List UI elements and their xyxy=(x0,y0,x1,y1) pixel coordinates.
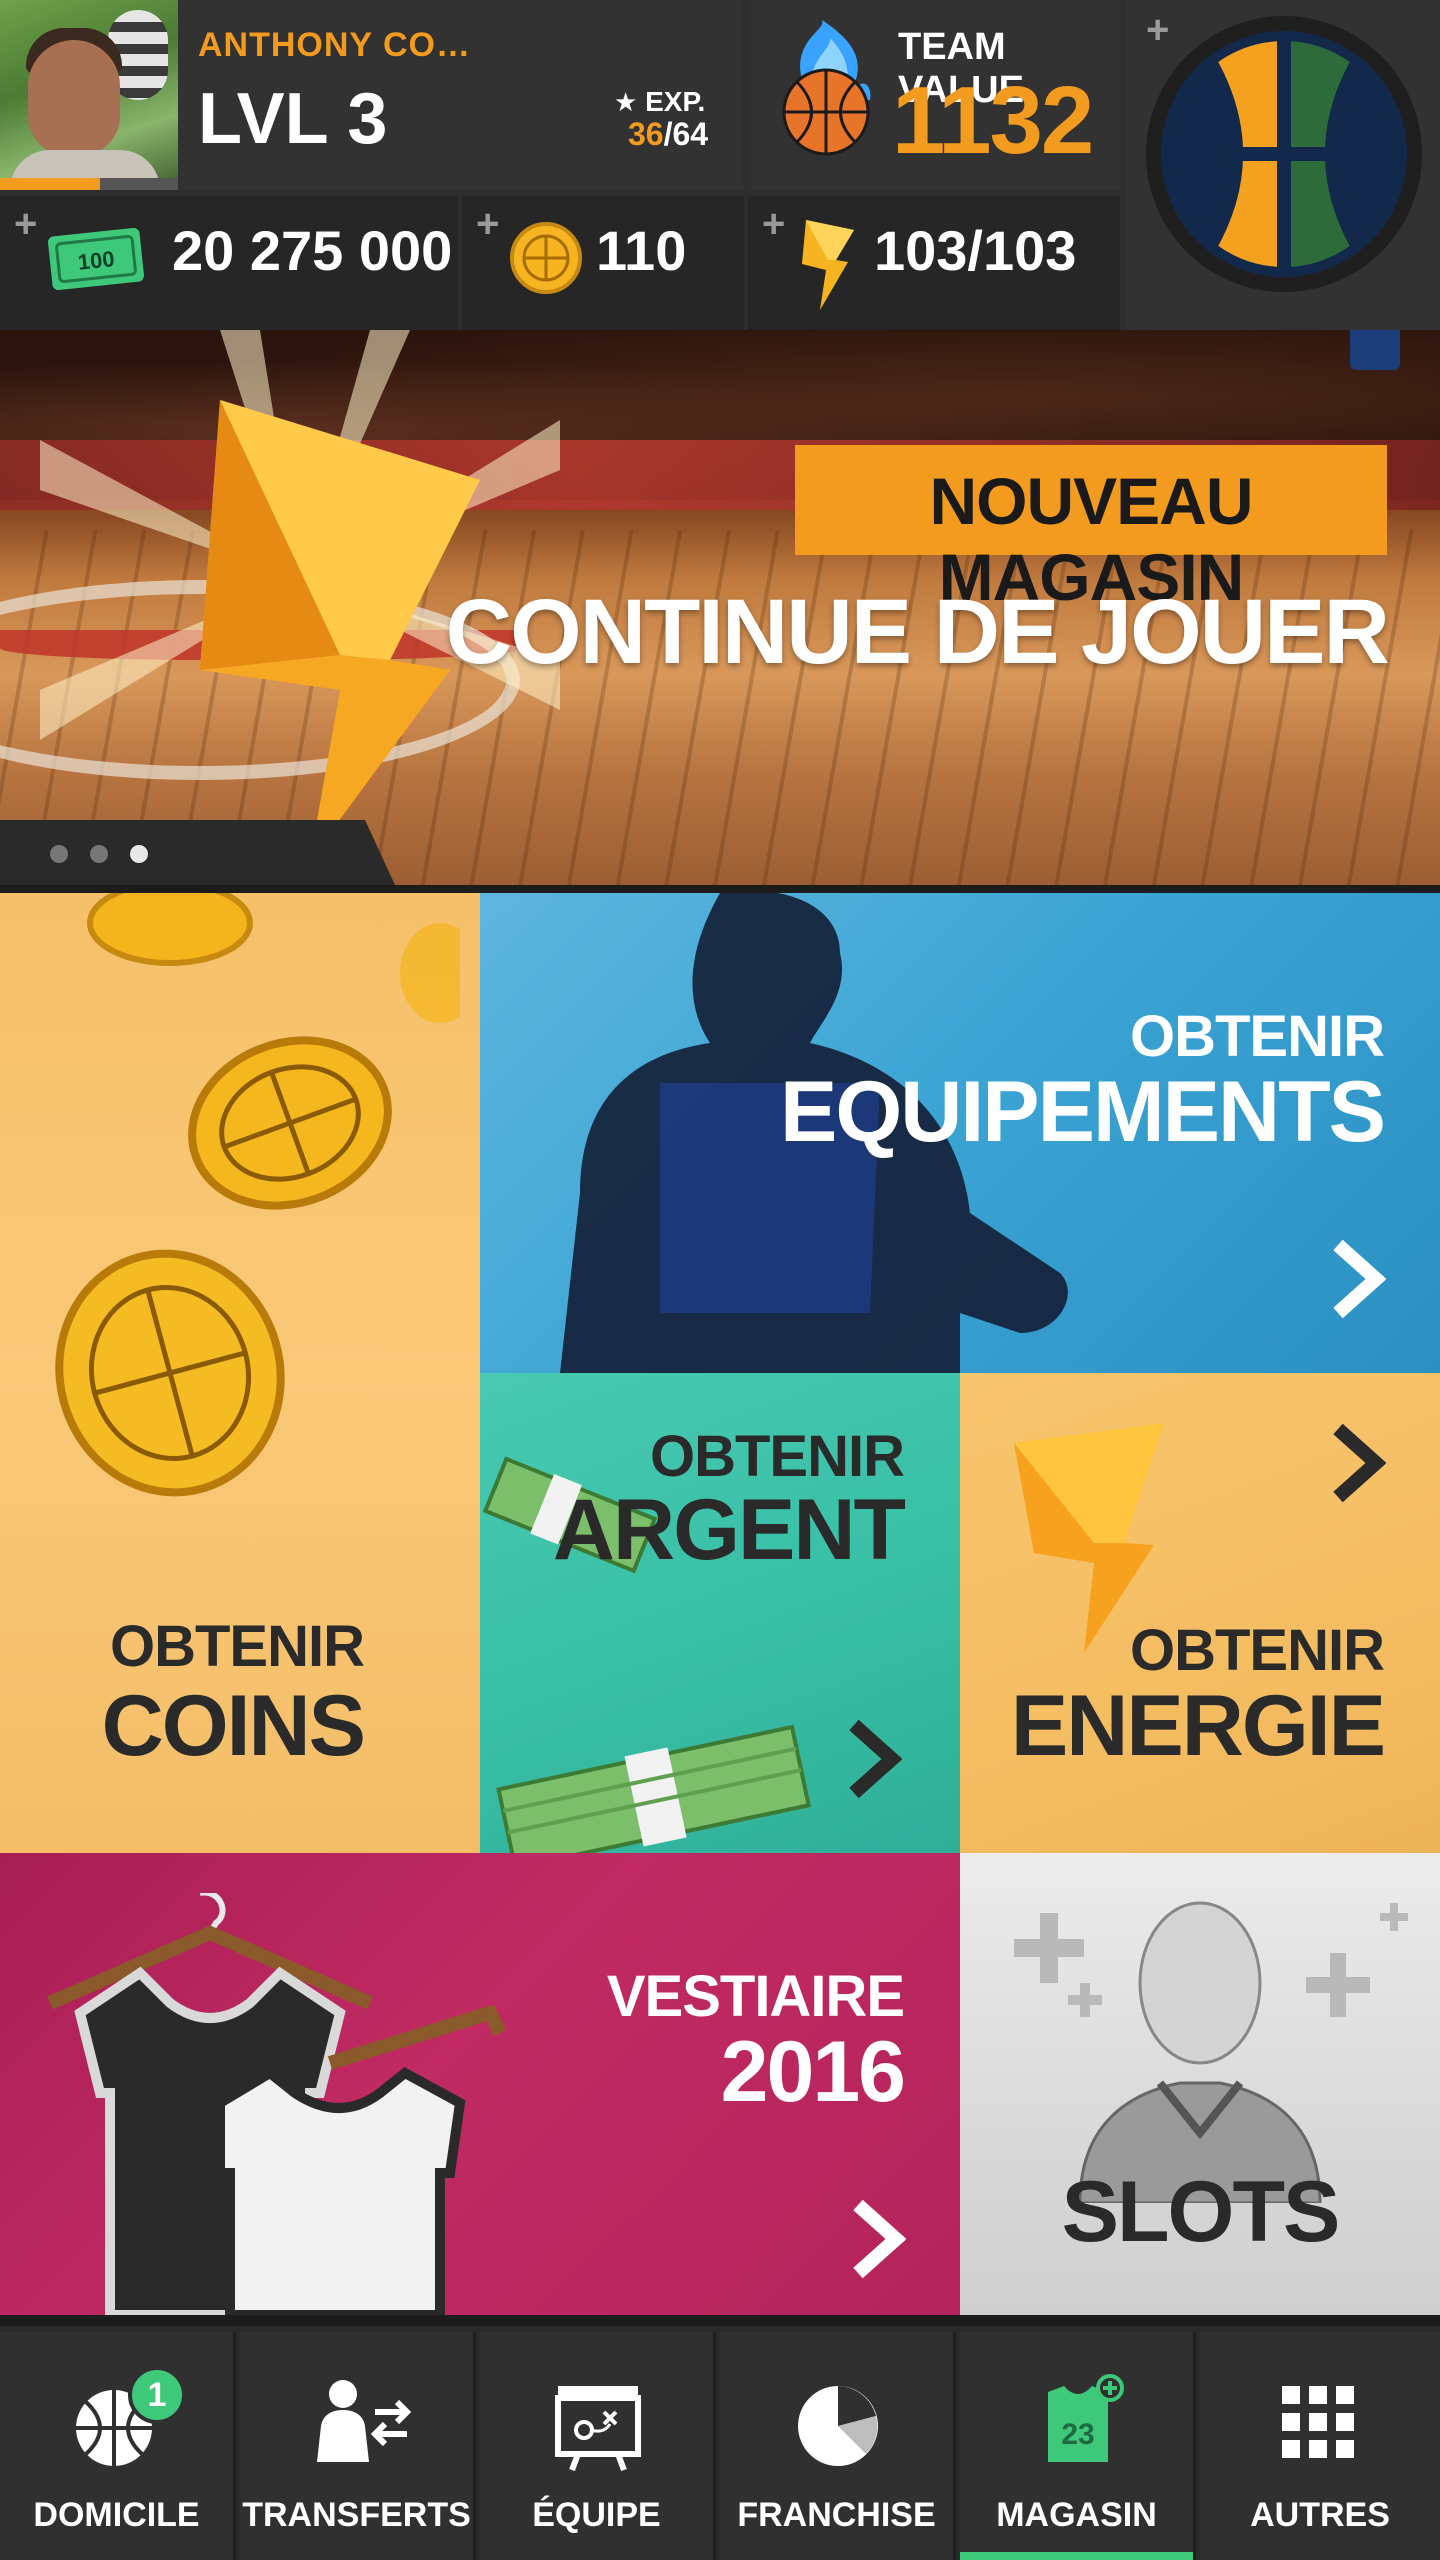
banknote-icon: 100 xyxy=(48,227,144,291)
money-value: 20 275 000 xyxy=(172,219,453,282)
team-logo-basketball-icon xyxy=(1146,16,1422,292)
svg-text:100: 100 xyxy=(77,246,116,275)
tile-coins[interactable]: OBTENIR COINS xyxy=(0,893,480,1853)
tile-vestiaire[interactable]: VESTIAIRE 2016 xyxy=(0,1853,960,2315)
tile-energie-line1: OBTENIR xyxy=(1130,1618,1385,1683)
xp-progress-fill xyxy=(0,178,100,190)
tile-energie[interactable]: OBTENIR ENERGIE xyxy=(960,1373,1440,1853)
team-value-panel[interactable]: TEAM VALUE 1132 xyxy=(748,0,1120,190)
nav-domicile[interactable]: 1 DOMICILE xyxy=(0,2332,236,2560)
nav-autres[interactable]: AUTRES xyxy=(1200,2332,1440,2560)
star-icon: ★ xyxy=(614,87,638,117)
carousel-dot-active[interactable] xyxy=(130,845,148,863)
coins-value: 110 xyxy=(596,219,687,282)
tile-argent-line2: ARGENT xyxy=(552,1482,906,1578)
team-value: 1132 xyxy=(892,67,1094,174)
tile-coins-line1: OBTENIR xyxy=(110,1614,365,1679)
tile-vestiaire-line2: 2016 xyxy=(720,2024,906,2120)
active-tab-indicator xyxy=(960,2552,1193,2560)
nav-transferts[interactable]: TRANSFERTS xyxy=(240,2332,476,2560)
nav-label: MAGASIN xyxy=(996,2496,1157,2534)
exp-value: 36/64 xyxy=(628,116,709,152)
coin-icon xyxy=(510,222,582,294)
svg-text:23: 23 xyxy=(1061,2418,1094,2451)
tile-energie-line2: ENERGIE xyxy=(1010,1678,1386,1774)
tile-equipements-line2: EQUIPEMENTS xyxy=(780,1064,1386,1160)
plus-icon: + xyxy=(476,202,500,246)
app-root: ANTHONY CO… LVL 3 ★ EXP. 36/64 TEAM VALU… xyxy=(0,0,1440,2560)
banner-subtitle: CONTINUE DE JOUER xyxy=(445,581,1390,683)
nav-label: FRANCHISE xyxy=(737,2496,936,2534)
jersey-shop-icon: 23 xyxy=(1048,2374,1124,2462)
avatar[interactable] xyxy=(0,0,178,190)
tile-argent[interactable]: OBTENIR ARGENT xyxy=(480,1373,960,1853)
energy-panel[interactable]: + 103/103 xyxy=(748,196,1120,330)
nba-logo xyxy=(1350,330,1400,370)
tile-equipements-line1: OBTENIR xyxy=(1130,1004,1385,1069)
tile-argent-line1: OBTENIR xyxy=(650,1424,905,1489)
nav-label: TRANSFERTS xyxy=(242,2496,471,2534)
money-panel[interactable]: + 100 20 275 000 xyxy=(0,196,458,330)
plus-icon: + xyxy=(762,202,786,246)
nav-label: AUTRES xyxy=(1250,2496,1390,2534)
tile-coins-line2: COINS xyxy=(101,1678,366,1774)
nav-label: ÉQUIPE xyxy=(532,2496,661,2534)
tile-slots-label: SLOTS xyxy=(1061,2164,1341,2260)
transfer-icon xyxy=(317,2380,412,2462)
carousel-dot[interactable] xyxy=(90,845,108,863)
flaming-basketball-icon xyxy=(782,20,871,156)
player-level: LVL 3 xyxy=(198,79,388,159)
energy-value: 103/103 xyxy=(874,219,1077,282)
nav-label: DOMICILE xyxy=(33,2496,200,2534)
chevron-right-icon[interactable] xyxy=(846,2199,906,2279)
chevron-right-icon[interactable] xyxy=(1326,1423,1386,1503)
nav-equipe[interactable]: ÉQUIPE xyxy=(480,2332,716,2560)
banner-tag: NOUVEAU MAGASIN xyxy=(795,445,1387,614)
player-bust-icon xyxy=(1014,1901,1408,2203)
exp-label: ★ EXP. xyxy=(614,86,706,117)
coins-panel[interactable]: + 110 xyxy=(462,196,744,330)
pie-chart-icon xyxy=(798,2386,878,2466)
tile-slots[interactable]: SLOTS xyxy=(960,1853,1440,2315)
nav-franchise[interactable]: FRANCHISE xyxy=(720,2332,956,2560)
bottom-navigation: 1 DOMICILE TRANSFERTS ÉQUIPE FRANCHISE 2… xyxy=(0,2320,1440,2560)
nav-magasin[interactable]: 23 MAGASIN xyxy=(960,2332,1196,2560)
tile-equipements[interactable]: OBTENIR EQUIPEMENTS xyxy=(480,893,1440,1373)
team-board-icon xyxy=(555,2386,641,2472)
notification-badge: 1 xyxy=(128,2366,186,2424)
player-name: ANTHONY CO… xyxy=(198,26,471,64)
lightning-bolt-icon xyxy=(802,220,854,310)
chevron-right-icon[interactable] xyxy=(842,1719,902,1799)
profile-panel[interactable]: ANTHONY CO… LVL 3 ★ EXP. 36/64 xyxy=(0,0,743,190)
tile-vestiaire-line1: VESTIAIRE xyxy=(606,1964,905,2029)
grid-icon xyxy=(1282,2386,1354,2458)
xp-progress-bar xyxy=(0,178,178,190)
top-header: ANTHONY CO… LVL 3 ★ EXP. 36/64 TEAM VALU… xyxy=(0,0,1440,330)
team-logo-panel[interactable]: + xyxy=(1126,0,1440,330)
gold-coins-icon xyxy=(55,893,460,1497)
jerseys-on-hangers-icon xyxy=(47,1893,507,2315)
plus-icon: + xyxy=(14,202,38,246)
carousel-dot[interactable] xyxy=(50,845,68,863)
chevron-right-icon[interactable] xyxy=(1326,1239,1386,1319)
